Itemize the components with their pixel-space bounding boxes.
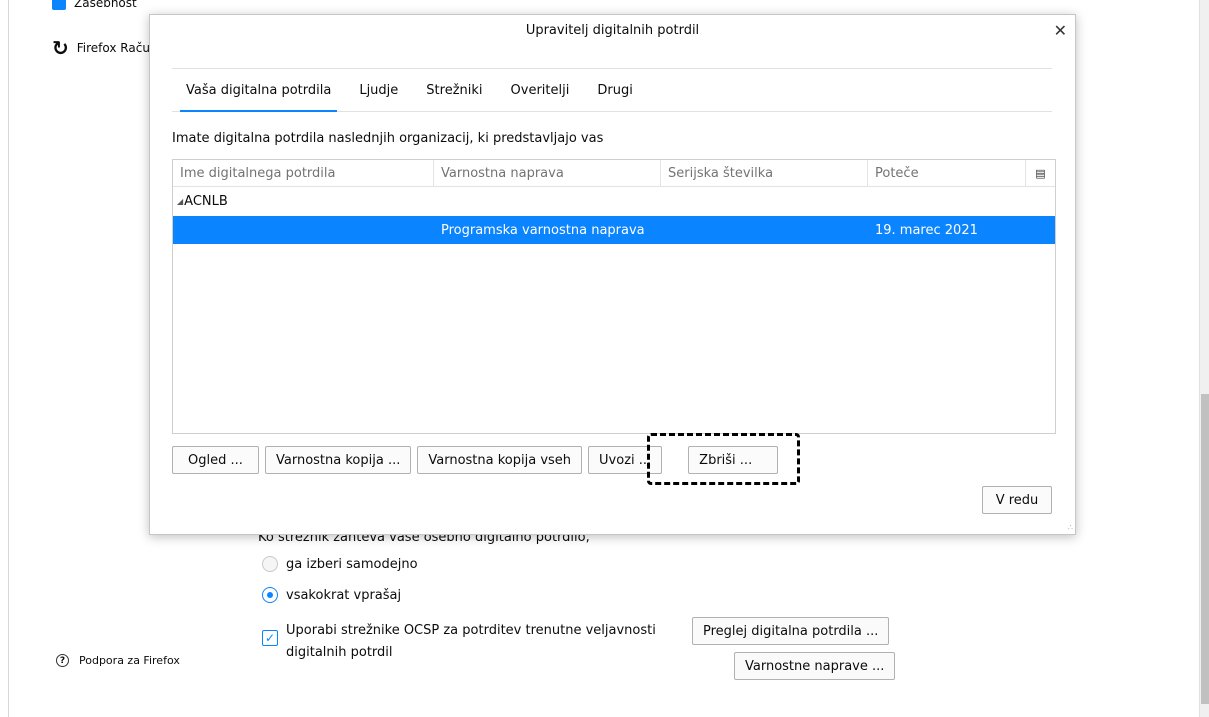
radio-select-automatically[interactable]: ga izberi samodejno	[262, 556, 418, 572]
sync-icon: ↻	[52, 36, 69, 60]
ocsp-checkbox-row[interactable]: ✓ Uporabi strežnike OCSP za potrditev tr…	[262, 620, 656, 664]
cell-security-device: Programska varnostna naprava	[441, 222, 645, 238]
ocsp-label-line2: digitalnih potrdil	[286, 645, 393, 660]
radio-label: vsakokrat vprašaj	[286, 587, 402, 603]
import-button[interactable]: Uvozi ...	[588, 446, 663, 474]
sidebar-item-label: Firefox Račun	[76, 41, 158, 55]
radio-button[interactable]	[262, 556, 278, 572]
radio-label: ga izberi samodejno	[286, 556, 418, 572]
view-certificates-button[interactable]: Preglej digitalna potrdila ...	[692, 617, 890, 645]
dialog-titlebar: Upravitelj digitalnih potrdil ✕	[150, 15, 1075, 47]
sidebar-item-firefox-account[interactable]: ↻ Firefox Račun	[52, 38, 158, 58]
cell-expires: 19. marec 2021	[875, 222, 978, 238]
certificate-manager-dialog: Upravitelj digitalnih potrdil ✕ Vaša dig…	[149, 14, 1076, 535]
sidebar-item-privacy[interactable]: Zasebnost	[52, 0, 137, 10]
certificate-tree[interactable]: Ime digitalnega potrdila Varnostna napra…	[172, 159, 1056, 434]
column-header-device[interactable]: Varnostna naprava	[434, 160, 661, 186]
radio-button[interactable]	[262, 587, 278, 603]
twisty-open-icon[interactable]: ◢	[177, 197, 183, 206]
tab-description: Imate digitalna potrdila naslednjih orga…	[172, 131, 604, 146]
tab-others[interactable]: Drugi	[583, 69, 646, 111]
tree-group-row[interactable]: ◢ ACNLB	[173, 187, 1055, 216]
page-left-border	[8, 0, 9, 717]
scrollbar-thumb[interactable]	[1201, 394, 1209, 704]
certificate-action-buttons: Ogled ... Varnostna kopija ... Varnostna…	[172, 446, 779, 474]
table-row[interactable]: Programska varnostna naprava 19. marec 2…	[173, 216, 1055, 244]
backup-button[interactable]: Varnostna kopija ...	[265, 446, 412, 474]
column-header-serial[interactable]: Serijska številka	[661, 160, 868, 186]
column-picker-icon[interactable]: ▤	[1026, 160, 1055, 186]
tab-your-certificates[interactable]: Vaša digitalna potrdila	[172, 69, 345, 112]
sidebar-item-label: Zasebnost	[74, 0, 137, 10]
column-header-name[interactable]: Ime digitalnega potrdila	[173, 160, 434, 186]
group-label: ACNLB	[184, 194, 228, 209]
close-icon[interactable]: ✕	[1054, 15, 1067, 47]
support-label: Podpora za Firefox	[79, 654, 180, 667]
resize-grip-icon[interactable]: ∴	[1068, 523, 1073, 532]
backup-all-button[interactable]: Varnostna kopija vseh	[417, 446, 583, 474]
security-devices-button[interactable]: Varnostne naprave ...	[734, 652, 896, 680]
tab-servers[interactable]: Strežniki	[412, 69, 496, 111]
ok-button[interactable]: V redu	[982, 486, 1052, 514]
tab-authorities[interactable]: Overitelji	[497, 69, 584, 111]
column-header-expires[interactable]: Poteče	[868, 160, 1026, 186]
view-button[interactable]: Ogled ...	[172, 446, 259, 474]
support-link[interactable]: ? Podpora za Firefox	[56, 654, 180, 667]
checkbox[interactable]: ✓	[262, 630, 278, 646]
ocsp-label-line1: Uporabi strežnike OCSP za potrditev tren…	[286, 623, 656, 638]
tree-header: Ime digitalnega potrdila Varnostna napra…	[173, 160, 1055, 187]
privacy-icon	[52, 0, 66, 10]
radio-ask-every-time[interactable]: vsakokrat vprašaj	[262, 587, 401, 603]
help-icon: ?	[56, 654, 69, 667]
delete-button[interactable]: Zbriši ...	[688, 446, 779, 474]
tab-people[interactable]: Ljudje	[345, 69, 412, 111]
dialog-title: Upravitelj digitalnih potrdil	[525, 23, 700, 38]
page-scrollbar[interactable]	[1199, 0, 1209, 717]
tab-bar: Vaša digitalna potrdila Ljudje Strežniki…	[172, 68, 1052, 112]
